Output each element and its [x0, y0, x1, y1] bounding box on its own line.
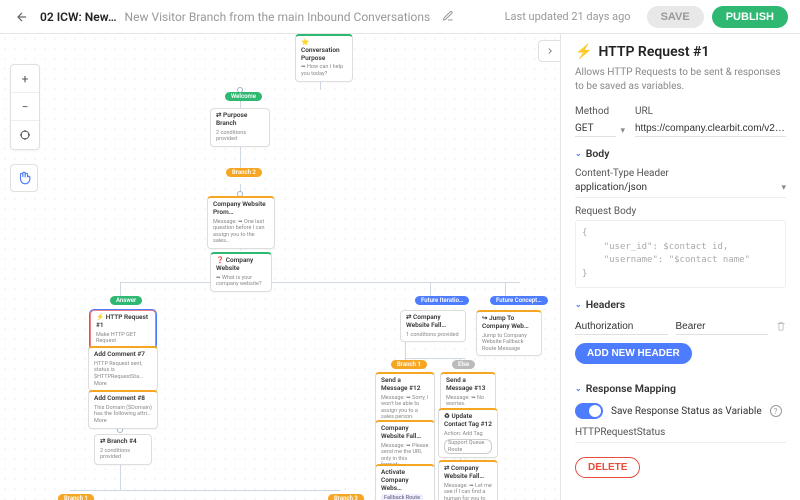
publish-button[interactable]: PUBLISH — [712, 6, 788, 28]
node-company-website-fallback[interactable]: ⇄ Company Website Fall… 1 conditions pro… — [400, 310, 466, 342]
node-add-comment-7[interactable]: Add Comment #7 HTTP Request sent, status… — [88, 346, 158, 391]
back-button[interactable] — [12, 7, 32, 27]
zoom-fit-button[interactable] — [11, 121, 39, 149]
collapse-panel-button[interactable] — [538, 40, 560, 62]
chevron-down-icon — [620, 122, 625, 136]
request-body-label: Request Body — [575, 206, 786, 217]
content-type-select[interactable]: application/json — [575, 182, 786, 198]
node-purpose-branch[interactable]: ⇄ Purpose Branch 2 conditions provided — [210, 108, 270, 147]
node-jump-to-company-website[interactable]: ↪ Jump To Company Web… Jump to Company W… — [476, 310, 542, 356]
last-updated: Last updated 21 days ago — [505, 10, 631, 23]
pill-branch3[interactable]: Branch 3 — [328, 494, 364, 500]
node-update-contact-tag-12[interactable]: ♻ Update Contact Tag #12 Action: Add Tag… — [438, 408, 498, 458]
properties-panel: ⚡ HTTP Request #1 Allows HTTP Requests t… — [560, 34, 800, 500]
content-type-label: Content-Type Header — [575, 168, 786, 179]
pan-tool-button[interactable] — [10, 164, 38, 192]
http-request-icon: ⚡ — [575, 44, 592, 60]
zoom-out-button[interactable]: − — [11, 93, 39, 121]
method-select[interactable]: GET — [575, 121, 616, 137]
save-status-toggle[interactable] — [575, 403, 603, 419]
body-section-toggle[interactable]: ⌄ Body — [575, 147, 786, 160]
url-label: URL — [635, 106, 786, 117]
response-mapping-section-toggle[interactable]: ⌄ Response Mapping — [575, 382, 786, 395]
node-conversation-purpose[interactable]: ⭐ Conversation Purpose ➥ How can I help … — [295, 34, 353, 82]
flow-canvas[interactable]: + − — [0, 34, 560, 500]
status-variable-name[interactable]: HTTPRequestStatus — [575, 427, 786, 443]
node-company-website[interactable]: ❓ Company Website ➥ What is your company… — [210, 252, 272, 292]
chevron-down-icon: ⌄ — [575, 384, 582, 393]
pill-branch1[interactable]: Branch 1 — [58, 494, 94, 500]
url-input[interactable] — [635, 121, 786, 137]
pill-branch2[interactable]: Branch 2 — [226, 168, 262, 177]
zoom-in-button[interactable]: + — [11, 65, 39, 93]
node-branch-4[interactable]: ⇄ Branch #4 2 conditions provided — [94, 434, 152, 465]
edit-title-icon[interactable] — [442, 10, 456, 24]
breadcrumb-main: 02 ICW: New… — [40, 10, 117, 24]
method-label: Method — [575, 106, 625, 117]
pill-future-iteration[interactable]: Future Iteratio… — [415, 296, 469, 305]
headers-section-toggle[interactable]: ⌄ Headers — [575, 298, 786, 311]
pill-welcome[interactable]: Welcome — [225, 92, 262, 101]
chevron-down-icon — [781, 182, 786, 193]
top-bar: 02 ICW: New… New Visitor Branch from the… — [0, 0, 800, 34]
chevron-down-icon: ⌄ — [575, 300, 582, 309]
node-add-comment-8[interactable]: Add Comment #8 This Domain ($Domain) has… — [88, 390, 158, 429]
node-send-message-12[interactable]: Send a Message #12 Message: ➥ Sorry, I w… — [375, 372, 435, 425]
delete-node-button[interactable]: DELETE — [575, 457, 640, 478]
pill-else[interactable]: Else — [452, 360, 475, 369]
chevron-down-icon: ⌄ — [575, 149, 582, 158]
zoom-toolbar: + − — [10, 64, 40, 150]
node-activate-company-website[interactable]: Activate Company Webs… Fallback Route — [375, 464, 435, 500]
node-company-website-prompt[interactable]: Company Website Prom… Message: ➥ One las… — [207, 196, 275, 249]
header-value-input[interactable] — [676, 319, 769, 335]
header-key-input[interactable] — [575, 319, 668, 335]
node-company-website-fall2[interactable]: ⇄ Company Website Fall… Message: ➥ Let m… — [438, 460, 498, 500]
save-status-label: Save Response Status as Variable — [611, 406, 762, 417]
pill-else-branch1[interactable]: Branch 1 — [391, 360, 427, 369]
pill-answer[interactable]: Answer — [110, 296, 142, 305]
pill-future-concept[interactable]: Future Concept… — [490, 296, 548, 305]
save-button[interactable]: SAVE — [647, 6, 704, 28]
breadcrumb-sub: New Visitor Branch from the main Inbound… — [125, 10, 431, 24]
node-send-message-13[interactable]: Send a Message #13 Message: ➥ No worries… — [440, 372, 496, 412]
info-icon[interactable]: ? — [770, 405, 782, 417]
request-body-textarea[interactable]: { "user_id": $contact id, "username": "$… — [575, 220, 786, 288]
delete-header-button[interactable] — [776, 320, 786, 334]
panel-description: Allows HTTP Requests to be sent & respon… — [575, 66, 786, 94]
node-http-request-1[interactable]: ⚡ HTTP Request #1 Make HTTP GET Request — [90, 310, 156, 349]
panel-title: HTTP Request #1 — [598, 44, 709, 60]
add-header-button[interactable]: ADD NEW HEADER — [575, 343, 692, 364]
